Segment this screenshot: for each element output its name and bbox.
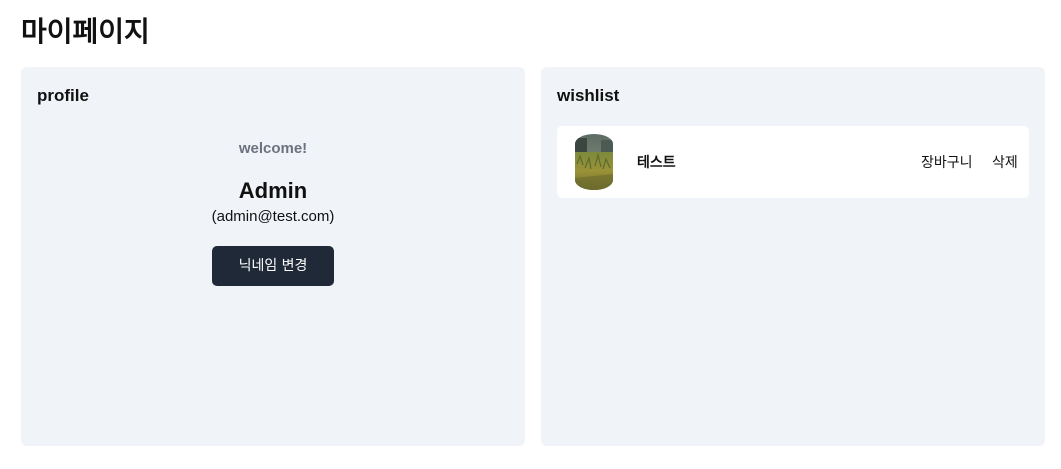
wishlist-item: 테스트 장바구니 삭제 <box>557 126 1029 198</box>
change-nickname-button[interactable]: 닉네임 변경 <box>212 246 334 286</box>
username: Admin <box>238 178 308 203</box>
product-thumbnail[interactable] <box>575 134 613 190</box>
wishlist-item-name[interactable]: 테스트 <box>637 152 676 172</box>
add-to-cart-button[interactable]: 장바구니 <box>921 152 973 172</box>
wishlist-panel: wishlist 테스트 장바구니 삭제 <box>541 67 1045 446</box>
user-email: (admin@test.com) <box>211 208 335 225</box>
delete-button[interactable]: 삭제 <box>992 152 1018 172</box>
profile-panel: profile welcome! Admin (admin@test.com) … <box>21 67 525 446</box>
welcome-text: welcome! <box>238 140 308 157</box>
profile-panel-title: profile <box>37 86 89 105</box>
profile-body: welcome! Admin (admin@test.com) 닉네임 변경 <box>21 139 525 286</box>
grass-field-image <box>575 134 613 190</box>
wishlist-panel-title: wishlist <box>557 86 620 105</box>
page-title: 마이페이지 <box>21 15 150 48</box>
